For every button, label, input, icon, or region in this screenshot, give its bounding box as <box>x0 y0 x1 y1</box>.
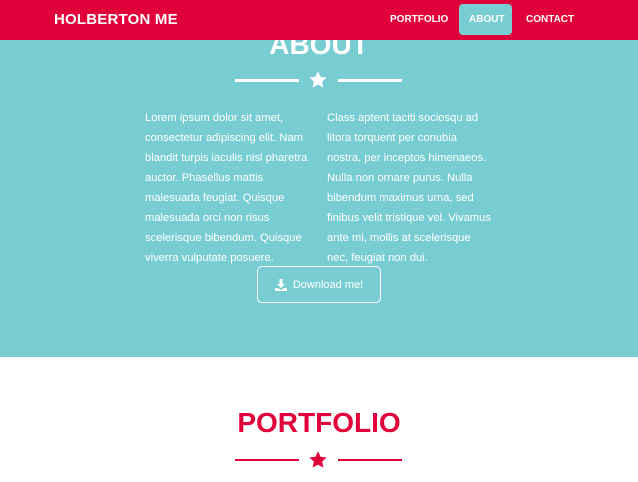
download-icon <box>274 278 287 291</box>
nav-about[interactable]: ABOUT <box>459 4 512 35</box>
nav-contact[interactable]: CONTACT <box>516 4 584 35</box>
navbar: HOLBERTON ME PORTFOLIO ABOUT CONTACT <box>0 0 638 40</box>
nav-portfolio[interactable]: PORTFOLIO <box>380 4 458 35</box>
about-text-right: Class aptent taciti sociosqu ad litora t… <box>327 112 491 264</box>
portfolio-title: PORTFOLIO <box>237 407 401 438</box>
about-text-left: Lorem ipsum dolor sit amet, consectetur … <box>145 112 308 264</box>
star-icon <box>309 71 327 88</box>
star-divider <box>235 450 402 470</box>
download-button[interactable]: Download me! <box>257 266 381 303</box>
brand-logo[interactable]: HOLBERTON ME <box>54 11 178 28</box>
star-divider <box>235 70 402 90</box>
about-section: ABOUT Lorem ipsum dolor sit amet, consec… <box>0 0 638 357</box>
star-icon <box>309 451 327 468</box>
download-label: Download me! <box>292 278 364 291</box>
